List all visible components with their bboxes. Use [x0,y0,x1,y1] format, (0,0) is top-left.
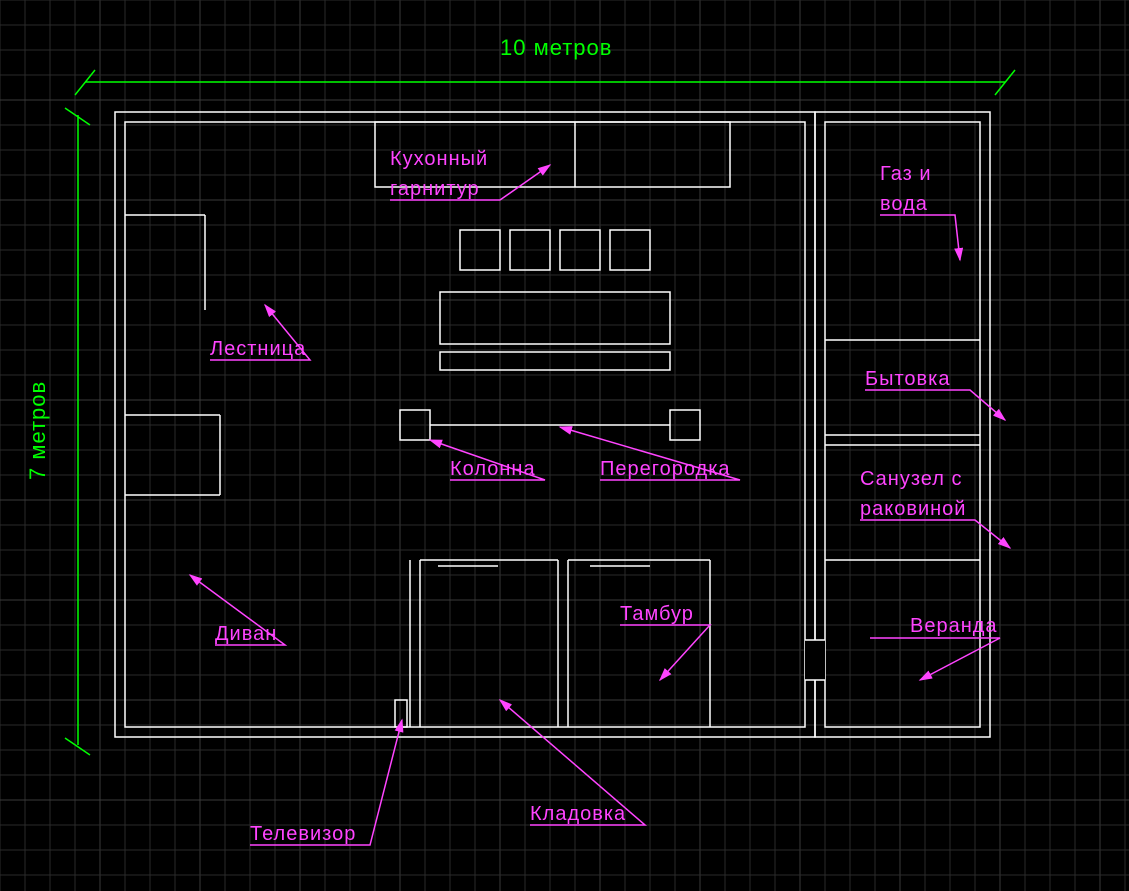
label-veranda: Веранда [910,615,998,637]
label-kitchen: Кухонный [390,148,488,170]
dimension-width: 10 метров [75,35,1015,95]
label-utility: Бытовка [865,368,951,390]
label-toilet-2: раковиной [860,498,966,520]
label-partition: Перегородка [600,458,731,480]
dimension-height: 7 метров [25,108,90,755]
label-sofa: Диван [215,623,277,645]
width-dimension-label: 10 метров [500,35,612,60]
label-toilet: Санузел с [860,468,962,490]
label-vestibule: Тамбур [620,603,694,625]
label-tv: Телевизор [250,823,356,845]
label-kitchen-2: гарнитур [390,178,480,200]
label-gas: Газ и [880,163,932,185]
label-stairs: Лестница [210,338,306,360]
floor-plan-canvas[interactable]: 10 метров 7 метров [0,0,1129,891]
label-gas-2: вода [880,193,928,215]
height-dimension-label: 7 метров [25,381,50,480]
label-storage: Кладовка [530,803,626,825]
